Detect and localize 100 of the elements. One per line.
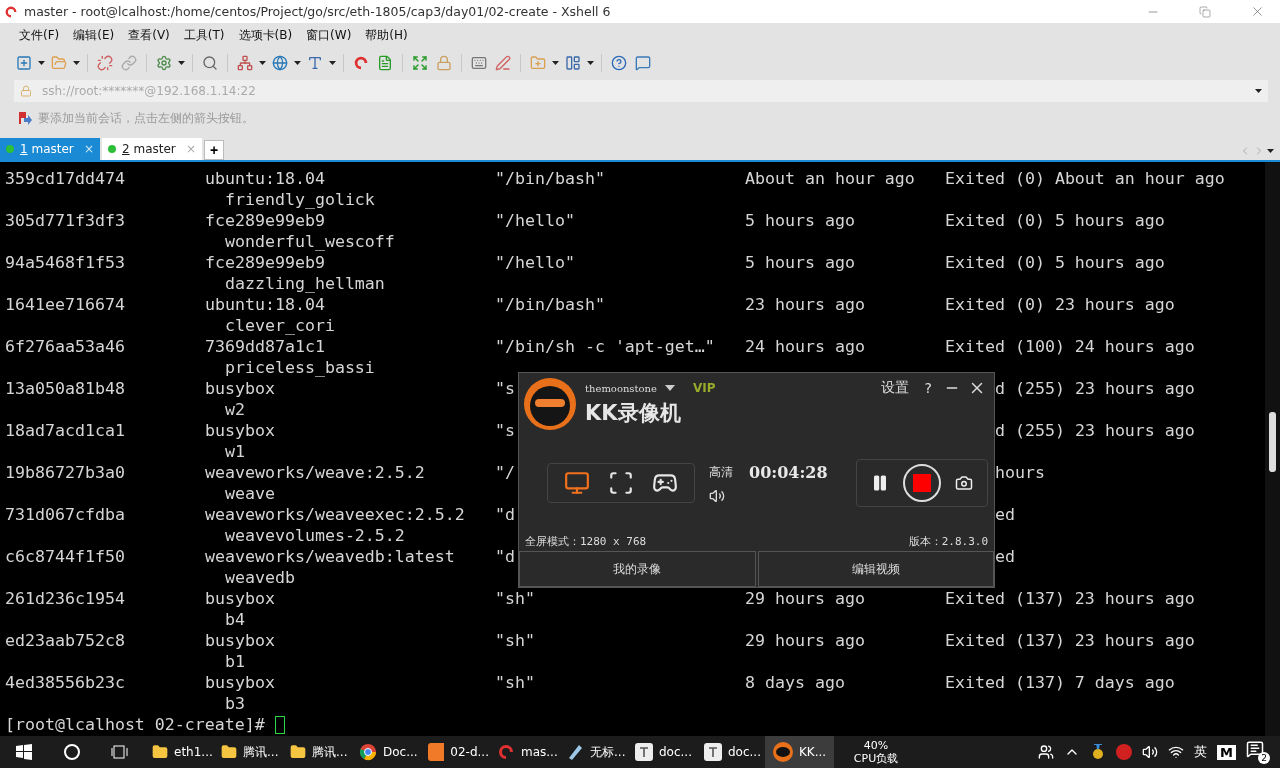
container-created: About an hour ago (745, 168, 915, 189)
tray-app-icon[interactable] (1116, 744, 1133, 760)
container-image: 7369dd87a1c1 (205, 336, 325, 357)
taskbar-app[interactable]: eth1... (144, 736, 213, 768)
shell-prompt: [root@lcalhost 02-create]# (5, 714, 265, 735)
people-icon[interactable] (1038, 744, 1055, 760)
container-command: "/hello" (495, 210, 575, 231)
caret-icon[interactable] (587, 61, 594, 65)
container-id: 18ad7acd1ca1 (5, 420, 125, 441)
volume-icon[interactable] (709, 487, 725, 504)
volume-icon[interactable] (1142, 744, 1159, 760)
taskbar-app[interactable]: doc... (627, 736, 696, 768)
taskbar-app[interactable]: mas... (489, 736, 558, 768)
menu-item[interactable]: 帮助(H) (358, 27, 415, 44)
tab-label: 2 master (122, 142, 176, 156)
menu-item[interactable]: 选项卡(B) (231, 27, 300, 44)
container-name: w2 (225, 399, 245, 420)
container-created: 5 hours ago (745, 210, 855, 231)
scrollbar[interactable] (1265, 162, 1280, 736)
caret-icon[interactable] (294, 61, 301, 65)
container-image: ubuntu:18.04 (205, 294, 325, 315)
caret-icon[interactable] (329, 61, 336, 65)
session-tab[interactable]: 1 master × (0, 138, 100, 160)
search-icon[interactable] (63, 743, 81, 761)
container-status: Exited (100) 24 hours ago (945, 336, 1195, 357)
container-id: c6c8744f1f50 (5, 546, 125, 567)
container-image: busybox (205, 630, 275, 651)
caret-icon[interactable] (1255, 89, 1262, 93)
container-status: ed (995, 546, 1015, 567)
notepad-icon (566, 743, 584, 761)
taskbar-app[interactable]: KK... (765, 736, 834, 768)
quality-label[interactable]: 高清 (709, 463, 733, 481)
menu-item[interactable]: 工具(T) (176, 27, 232, 44)
status-dot-icon (6, 145, 14, 153)
stop-button[interactable] (903, 464, 941, 502)
layout-icon[interactable] (563, 53, 583, 73)
windows-start-icon[interactable] (16, 744, 32, 760)
footer-button[interactable]: 我的录像 (519, 551, 756, 587)
container-command: "/ (495, 462, 515, 483)
cpu-percent: 40% (863, 739, 889, 752)
container-id: 6f276aa53a46 (5, 336, 125, 357)
tray-m-label[interactable]: M (1217, 744, 1236, 760)
container-status: Exited (137) 23 hours ago (945, 630, 1195, 651)
taskbar-app[interactable]: 腾讯... (213, 736, 282, 768)
session-tab[interactable]: 2 master × (102, 138, 202, 160)
container-command: "sh" (495, 672, 535, 693)
window-title: master - root@lcalhost:/home/centos/Project/go/src/eth-1805/cap3/day01/02-create - Xshell 6 (24, 4, 612, 19)
caret-icon[interactable] (259, 61, 266, 65)
taskbar-app[interactable]: 02-d... (420, 736, 489, 768)
tab-label: 1 master (20, 142, 74, 156)
hint-text: 要添加当前会话，点击左侧的箭头按钮。 (38, 110, 254, 126)
caret-icon[interactable] (552, 61, 559, 65)
container-id: 305d771f3df3 (5, 210, 125, 231)
container-created: 29 hours ago (745, 630, 865, 651)
help-icon[interactable] (609, 53, 629, 73)
username[interactable]: themoonstone (585, 382, 657, 394)
ime-indicator[interactable]: 英 (1194, 743, 1208, 761)
container-id: 19b86727b3a0 (5, 462, 125, 483)
camera-icon[interactable] (955, 474, 973, 492)
menu-item[interactable]: 查看(V) (121, 27, 177, 44)
folder-icon (221, 744, 237, 760)
taskbar-app[interactable]: 无标... (558, 736, 627, 768)
text-file-icon (704, 743, 722, 761)
help-button[interactable]: ? (920, 380, 936, 396)
caret-icon[interactable] (1267, 149, 1274, 153)
menu-item[interactable]: 编辑(E) (66, 27, 122, 44)
container-image: fce289e99eb9 (205, 210, 325, 231)
globe-icon[interactable] (270, 53, 290, 73)
taskbar-app[interactable]: Doc... (351, 736, 420, 768)
status-dot-icon (108, 145, 116, 153)
container-status: Exited (0) About an hour ago (945, 168, 1225, 189)
menu-item[interactable]: 文件(F) (12, 27, 67, 44)
container-command: "/bin/bash" (495, 294, 605, 315)
container-name: weave (225, 483, 275, 504)
caret-icon[interactable] (664, 385, 675, 391)
task-view-icon[interactable] (111, 744, 129, 760)
container-command: "/bin/bash" (495, 168, 605, 189)
recorder-icon (773, 742, 793, 762)
container-status: hours (995, 462, 1045, 483)
pause-icon[interactable] (871, 474, 889, 492)
unlink-icon[interactable] (95, 53, 115, 73)
chat-icon[interactable] (633, 53, 653, 73)
container-image: busybox (205, 588, 275, 609)
container-status: ed (995, 504, 1015, 525)
caret-icon[interactable] (38, 61, 45, 65)
footer-button[interactable]: 编辑视频 (757, 551, 994, 587)
container-id: 731d067cfdba (5, 504, 125, 525)
new-tab-button[interactable]: + (204, 140, 224, 160)
taskbar-app[interactable]: doc... (696, 736, 765, 768)
menu-item[interactable]: 窗口(W) (299, 27, 359, 44)
caret-icon[interactable] (178, 61, 185, 65)
pen-icon[interactable] (493, 53, 513, 73)
network-icon[interactable] (1168, 744, 1185, 760)
container-status: Exited (137) 7 days ago (945, 672, 1175, 693)
fullscreen-icon[interactable] (410, 53, 430, 73)
container-image: weaveworks/weaveexec:2.5.2 (205, 504, 465, 525)
caret-icon[interactable] (73, 61, 80, 65)
settings-button[interactable]: 设置 (876, 379, 913, 397)
taskbar-app[interactable]: 腾讯... (282, 736, 351, 768)
vip-label: VIP (692, 381, 716, 395)
